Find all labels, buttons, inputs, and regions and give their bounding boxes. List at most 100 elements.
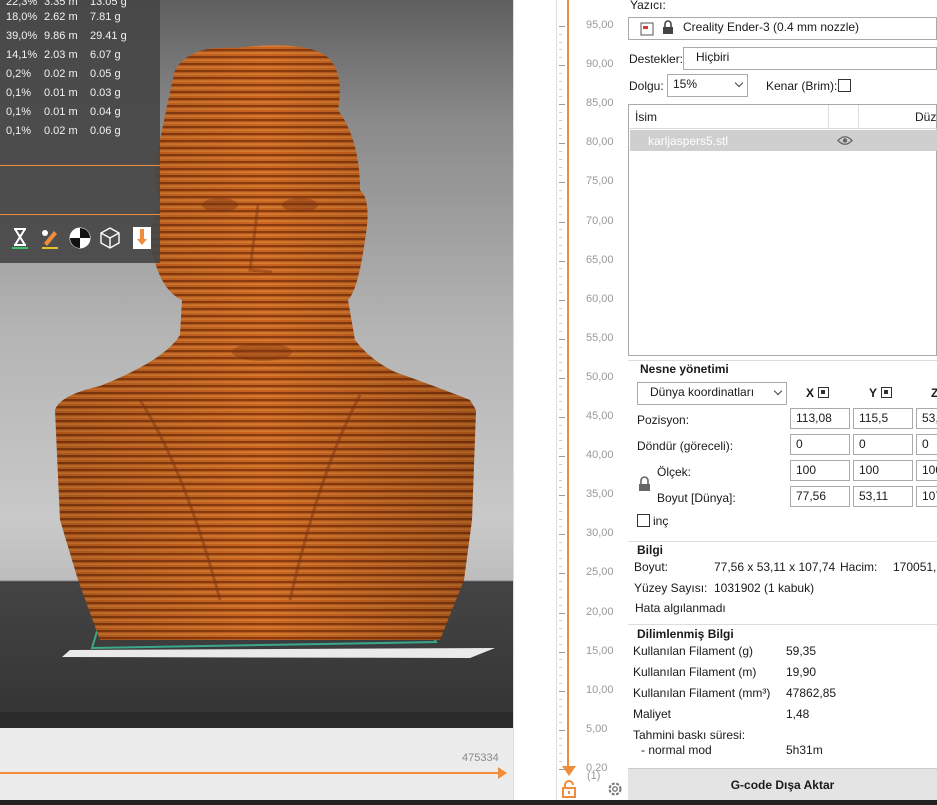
size-y-input[interactable]: 53,11 [853,486,913,507]
scale-y-input[interactable]: 100 [853,460,913,481]
scale-z-input[interactable]: 100 [916,460,937,481]
sliced-info-title: Dilimlenmiş Bilgi [637,627,734,641]
3d-viewport[interactable]: 475334 22,3% 3.35 m 13.05 g 18,0% 2.62 m 7.8… [0,0,513,805]
objects-list[interactable]: İsim Düz karljaspers5.stl [628,104,937,356]
ruler-sub-label: (1) [587,770,601,782]
position-z-input[interactable]: 53, [916,408,937,429]
ruler-minor-tick [559,706,562,708]
size-label: Boyut [Dünya]: [657,491,736,505]
ruler-minor-tick [559,57,562,59]
stats-separator [0,165,160,166]
object-row[interactable]: karljaspers5.stl [630,130,937,151]
rotate-y-input[interactable]: 0 [853,434,913,455]
info-volume-value: 170051,9 [893,560,937,574]
infill-value: 15% [673,77,698,91]
ruler-minor-tick [559,667,562,669]
info-facets-value: 1031902 (1 kabuk) [714,581,815,595]
exit-icon[interactable] [130,225,154,251]
contrast-icon[interactable] [68,225,92,251]
brim-checkbox[interactable] [838,79,851,92]
objects-list-header: İsim Düz [629,105,937,129]
ruler-minor-tick [559,401,562,403]
eye-icon[interactable] [837,135,853,146]
supports-select[interactable]: Hiçbiri [683,47,937,70]
column-edit[interactable]: Düz [915,110,936,124]
cube-icon[interactable] [98,225,122,251]
size-z-input[interactable]: 107 [916,486,937,507]
layer-progress-handle[interactable] [498,767,507,779]
position-x-input[interactable]: 113,08 [790,408,850,429]
ruler-tick [559,612,565,614]
column-name[interactable]: İsim [635,110,657,124]
supports-label: Destekler: [629,52,684,66]
ruler-minor-tick [559,323,562,325]
layer-slider-track[interactable] [567,0,569,770]
info-facets-label: Yüzey Sayısı: [634,581,708,595]
scale-x-input[interactable]: 100 [790,460,850,481]
ruler-tick-label: 20,00 [586,605,614,618]
export-gcode-button[interactable]: G-code Dışa Aktar [628,768,937,800]
ruler-minor-tick [559,463,562,465]
paint-icon[interactable] [38,225,62,251]
position-y-input[interactable]: 115,5 [853,408,913,429]
column-divider [828,105,829,129]
ruler-tick [559,299,565,301]
ruler-tick-label: 60,00 [586,292,614,305]
info-size-value: 77,56 x 53,11 x 107,74 [714,560,836,574]
rotate-z-input[interactable]: 0 [916,434,937,455]
print-time-label: Tahmini baskı süresi: [633,728,746,742]
rotate-x-input[interactable]: 0 [790,434,850,455]
sliced-value: 1,48 [786,707,810,721]
ruler-tick [559,143,565,145]
ruler-minor-tick [559,596,562,598]
ruler-minor-tick [559,268,562,270]
print-mode-value: 5h31m [786,743,823,757]
ruler-minor-tick [559,643,562,645]
ruler-tick-label: 85,00 [586,97,614,110]
ruler-tick-label: 70,00 [586,214,614,227]
size-x-input[interactable]: 77,56 [790,486,850,507]
layer-slider[interactable]: 95,00 90,00 85,00 80,00 75,00 70,00 65,00 60,00… [513,0,628,805]
ruler-minor-tick [559,698,562,700]
ruler-minor-tick [559,291,562,293]
column-divider [858,105,859,129]
printer-name: Creality Ender-3 (0.4 mm nozzle) [683,20,860,34]
inch-label: inç [653,514,669,528]
ruler-tick [559,221,565,223]
printer-select[interactable]: Creality Ender-3 (0.4 mm nozzle) [628,17,937,40]
infill-select[interactable]: 15% [667,74,748,97]
ruler-minor-tick [559,284,562,286]
ruler-minor-tick [559,190,562,192]
info-errors: Hata algılanmadı [635,601,726,615]
ruler-minor-tick [559,385,562,387]
ruler-tick-label: 50,00 [586,370,614,383]
ruler-minor-tick [559,151,562,153]
axis-y-label: Y [869,386,893,400]
coordinate-select[interactable]: Dünya koordinatları [637,382,787,405]
ruler-tick [559,495,565,497]
hourglass-icon[interactable] [8,225,32,251]
feature-stats-panel: 22,3% 3.35 m 13.05 g 18,0% 2.62 m 7.81 g 39,… [0,0,160,263]
ruler-minor-tick [559,721,562,723]
ruler-minor-tick [559,675,562,677]
ruler-minor-tick [559,635,562,637]
scale-lock-icon[interactable] [638,476,651,492]
position-label: Pozisyon: [637,413,690,427]
layer-slider-handle[interactable] [562,766,576,776]
ruler-minor-tick [559,205,562,207]
ruler-tick [559,104,565,106]
ruler-minor-tick [559,581,562,583]
lock-icon[interactable] [561,780,577,798]
ruler-minor-tick [559,112,562,114]
gear-icon[interactable] [606,780,624,798]
ruler-tick [559,338,565,340]
stat-row: 18,0% 2.62 m 7.81 g [6,11,121,23]
inch-checkbox[interactable] [637,514,650,527]
sliced-label: Kullanılan Filament (mm³) [633,686,771,700]
ruler-minor-tick [559,174,562,176]
chevron-down-icon [734,78,744,88]
ruler-minor-tick [559,229,562,231]
stat-row: 14,1% 2.03 m 6.07 g [6,49,121,61]
stat-row: 0,1% 0.02 m 0.06 g [6,125,121,137]
printer-label: Yazıcı: [630,0,666,12]
